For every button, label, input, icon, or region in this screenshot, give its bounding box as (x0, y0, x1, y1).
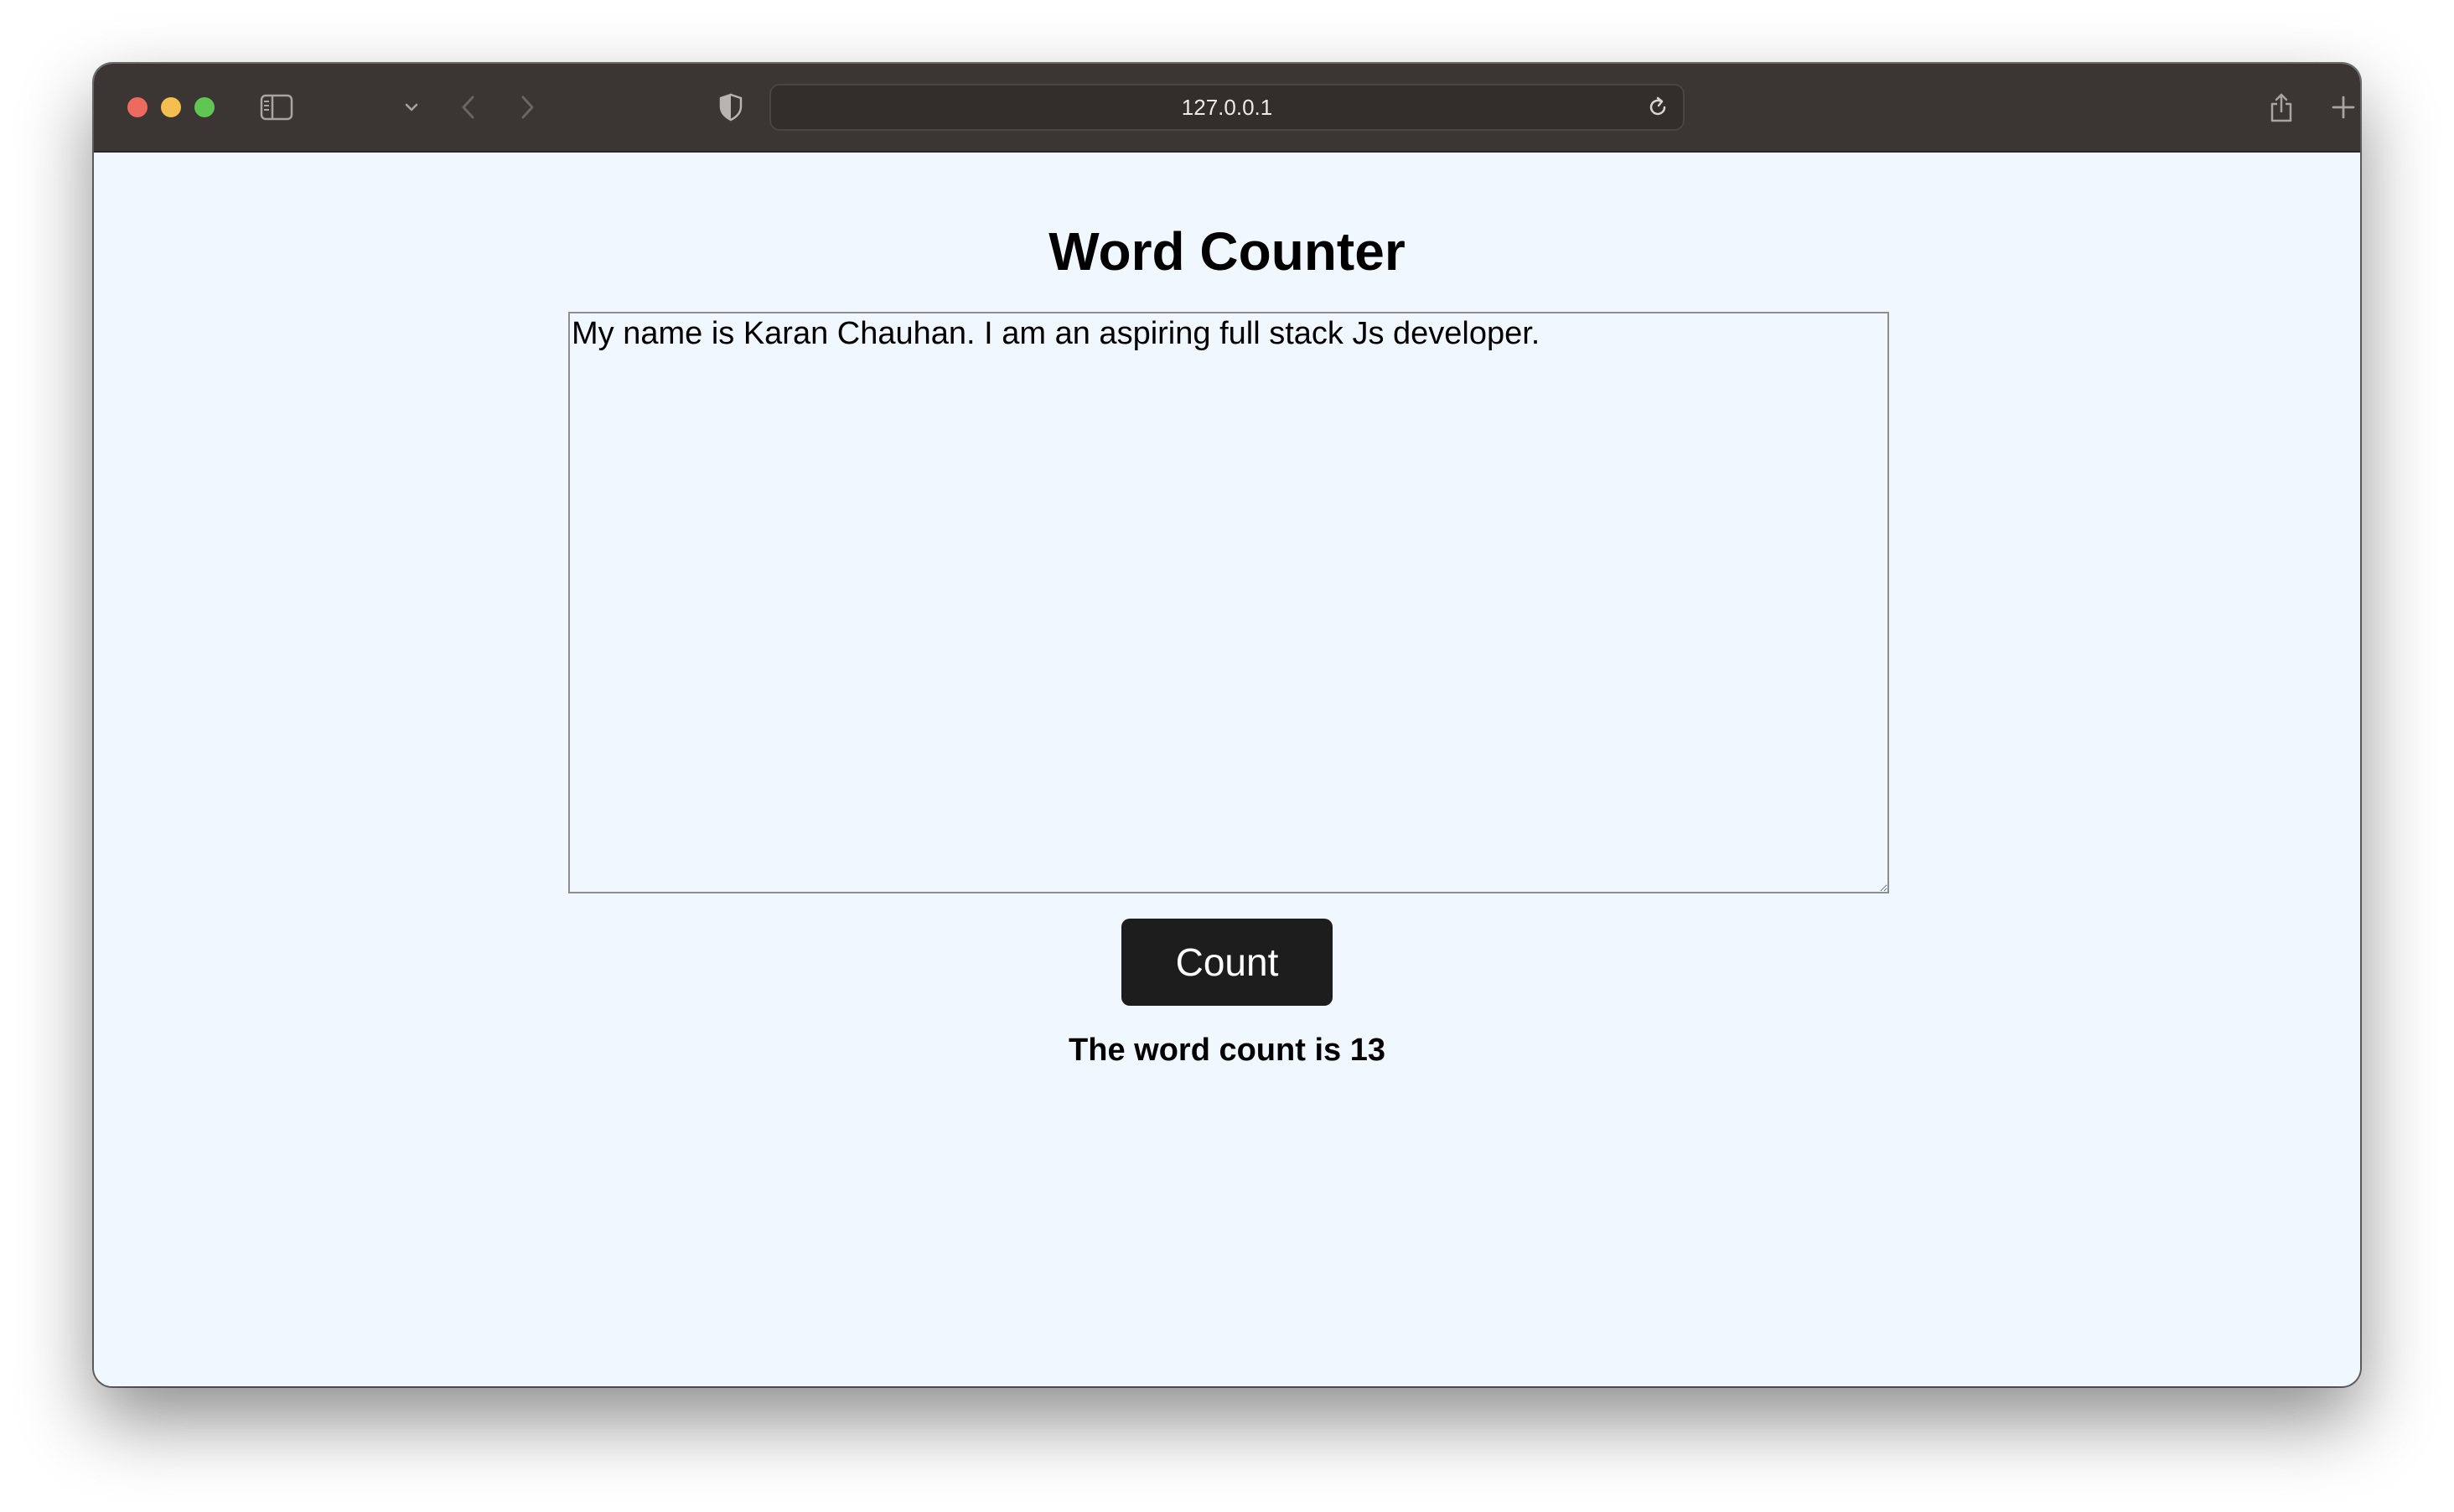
address-bar[interactable]: 127.0.0.1 (769, 84, 1685, 131)
text-input[interactable]: My name is Karan Chauhan. I am an aspiri… (568, 312, 1889, 893)
chevron-left-icon[interactable] (454, 89, 483, 126)
zoom-window-button[interactable] (194, 97, 215, 117)
close-window-button[interactable] (127, 97, 148, 117)
count-button[interactable]: Count (1121, 919, 1333, 1006)
chevron-down-icon[interactable] (401, 89, 422, 126)
share-icon[interactable] (2265, 89, 2298, 126)
reload-icon[interactable] (1646, 96, 1670, 123)
page-title: Word Counter (1048, 221, 1406, 282)
browser-toolbar: 127.0.0.1 (94, 64, 2360, 153)
chevron-right-icon[interactable] (513, 89, 541, 126)
shield-icon[interactable] (716, 89, 746, 126)
sidebar-icon[interactable] (258, 89, 295, 126)
page-content: Word Counter My name is Karan Chauhan. I… (94, 153, 2360, 1386)
word-count-result: The word count is 13 (1069, 1033, 1385, 1068)
minimize-window-button[interactable] (161, 97, 181, 117)
browser-window: 127.0.0.1 Word Counter My name is Karan … (94, 64, 2360, 1386)
plus-icon[interactable] (2328, 89, 2358, 126)
url-text: 127.0.0.1 (1181, 94, 1273, 120)
